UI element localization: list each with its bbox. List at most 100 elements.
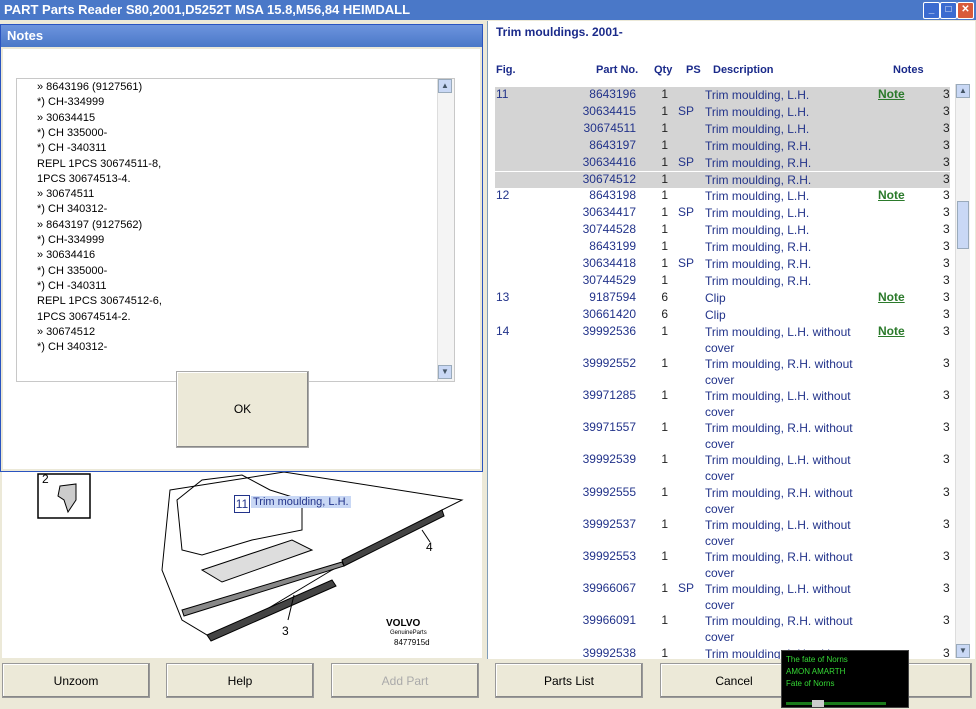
row-description-line: cover: [705, 405, 735, 419]
callout-number[interactable]: 11: [234, 495, 250, 513]
parts-diagram[interactable]: 2 3 4 11 Trim moulding, L.H. VOLVO Genui…: [2, 470, 482, 658]
row-extra-value: 3: [943, 272, 950, 287]
row-description-line: cover: [705, 501, 735, 516]
row-extra-value: 3: [943, 452, 950, 467]
row-part-number[interactable]: 30674512: [566, 172, 636, 186]
row-description-line: Trim moulding, R.H.: [705, 155, 812, 170]
row-part-number[interactable]: 39971557: [566, 420, 636, 434]
row-extra-value: 3: [943, 613, 950, 628]
row-part-number[interactable]: 30634416: [566, 155, 636, 169]
row-description-line: Trim moulding, R.H. without: [705, 356, 853, 371]
scroll-down-arrow-icon[interactable]: ▼: [438, 365, 452, 379]
notes-line: 1PCS 30674514-2.: [37, 310, 131, 323]
scroll-up-arrow-icon[interactable]: ▲: [438, 79, 452, 93]
row-note-link[interactable]: Note: [878, 290, 905, 304]
notes-text-area[interactable]: » 8643196 (9127561) *) CH-334999 » 3063441…: [16, 78, 455, 382]
row-description-line: cover: [705, 630, 735, 645]
column-header-fig[interactable]: Fig.: [496, 64, 516, 76]
row-description: Trim moulding, R.H.: [705, 138, 811, 154]
scroll-up-arrow-icon[interactable]: ▲: [956, 84, 970, 98]
row-part-number[interactable]: 9187594: [566, 290, 636, 304]
add-part-button[interactable]: Add Part: [331, 663, 479, 698]
row-description-line: Trim moulding, L.H.: [705, 206, 810, 221]
row-description-line: Trim moulding, L.H.: [705, 121, 810, 136]
row-part-number[interactable]: 30674511: [566, 121, 637, 135]
row-description-line: Trim moulding, R.H.: [705, 172, 812, 187]
maximize-button[interactable]: □: [940, 2, 957, 19]
row-description-line: Trim moulding, R.H. without: [705, 550, 853, 564]
row-part-number[interactable]: 30744528: [566, 222, 636, 236]
row-part-number[interactable]: 30661420: [566, 307, 636, 321]
row-part-number[interactable]: 30634418: [566, 256, 636, 270]
parts-list-button[interactable]: Parts List: [495, 663, 643, 698]
row-description-line: Trim moulding, L.H. without: [705, 453, 851, 468]
row-note-link[interactable]: Note: [878, 324, 905, 338]
row-description-line: cover: [705, 533, 735, 548]
row-extra-value: 3: [943, 188, 950, 203]
column-header-ps[interactable]: PS: [686, 64, 701, 76]
row-note-link[interactable]: Note: [878, 87, 905, 101]
scroll-down-arrow-icon[interactable]: ▼: [956, 644, 970, 658]
notes-line: » 30674511: [37, 188, 95, 201]
row-description-line: Trim moulding, R.H. without: [705, 614, 853, 629]
row-part-number[interactable]: 39966091: [566, 613, 636, 627]
column-header-part-no[interactable]: Part No.: [596, 64, 638, 76]
row-part-number[interactable]: 39971285: [566, 388, 636, 402]
row-part-number[interactable]: 39992536: [566, 324, 636, 338]
media-progress-knob[interactable]: [812, 700, 824, 707]
unzoom-button[interactable]: Unzoom: [2, 663, 150, 698]
row-quantity: 6: [661, 306, 668, 321]
notes-line: » 8643197 (9127562): [37, 218, 143, 231]
notes-line: *) CH-334999: [37, 234, 105, 246]
row-part-number[interactable]: 39992553: [566, 549, 636, 563]
parts-list-scrollbar[interactable]: ▲ ▼: [955, 84, 970, 658]
row-quantity: 1: [661, 205, 668, 220]
row-description-line: Clip: [705, 290, 726, 305]
row-description: Clip: [705, 307, 726, 323]
row-extra-value: 3: [943, 388, 950, 402]
row-description-line: cover: [705, 469, 735, 484]
media-player-overlay[interactable]: The fate of Norns AMON AMARTH Fate of No…: [781, 650, 909, 708]
close-button[interactable]: ✕: [957, 2, 974, 19]
column-header-qty[interactable]: Qty: [654, 64, 672, 76]
row-part-number[interactable]: 30634417: [566, 205, 636, 219]
window-title: PART Parts Reader S80,2001,D5252T MSA 15…: [4, 2, 411, 17]
row-quantity: 1: [661, 645, 668, 659]
help-button[interactable]: Help: [166, 663, 314, 698]
minimize-button[interactable]: _: [923, 2, 940, 19]
row-quantity: 1: [661, 388, 668, 402]
notes-line: *) CH -340311: [37, 142, 107, 155]
row-description: Trim moulding, R.H.: [705, 256, 811, 272]
column-header-description[interactable]: Description: [713, 64, 774, 76]
scroll-thumb[interactable]: [957, 201, 969, 249]
row-part-number[interactable]: 39992555: [566, 485, 636, 499]
row-description: Trim moulding, R.H.: [705, 273, 811, 289]
row-part-number[interactable]: 8643196: [566, 87, 636, 101]
row-description-line: Trim moulding, L.H.: [705, 88, 810, 102]
row-part-number[interactable]: 8643197: [566, 138, 636, 152]
row-description-line: Trim moulding, R.H.: [705, 257, 812, 271]
row-description-line: cover: [705, 340, 735, 355]
ok-button[interactable]: OK: [176, 371, 309, 448]
media-progress-bar[interactable]: [786, 702, 886, 705]
row-note-link[interactable]: Note: [878, 188, 905, 202]
row-part-number[interactable]: 30744529: [566, 273, 636, 287]
column-header-notes[interactable]: Notes: [893, 64, 924, 76]
row-description: Trim moulding, L.H. without cover: [705, 581, 851, 613]
window-title-bar: PART Parts Reader S80,2001,D5252T MSA 15…: [0, 0, 976, 20]
row-part-number[interactable]: 39992537: [566, 517, 636, 531]
row-part-number[interactable]: 39966067: [566, 581, 636, 595]
row-part-number[interactable]: 30634415: [566, 104, 636, 118]
row-ps-flag: SP: [678, 154, 695, 169]
row-part-number[interactable]: 8643199: [566, 239, 636, 253]
notes-line: *) CH 340312-: [37, 341, 108, 354]
row-description: Trim moulding, L.H. without cover: [705, 324, 851, 356]
row-part-number[interactable]: 39992538: [566, 646, 636, 659]
row-part-number[interactable]: 8643198: [566, 188, 636, 202]
row-part-number[interactable]: 39992552: [566, 356, 636, 370]
row-extra-value: 3: [943, 222, 950, 237]
row-quantity: 1: [661, 484, 668, 499]
row-part-number[interactable]: 39992539: [566, 452, 636, 466]
callout-label: Trim moulding, L.H.: [251, 496, 351, 508]
notes-scrollbar[interactable]: ▲ ▼: [437, 79, 454, 381]
